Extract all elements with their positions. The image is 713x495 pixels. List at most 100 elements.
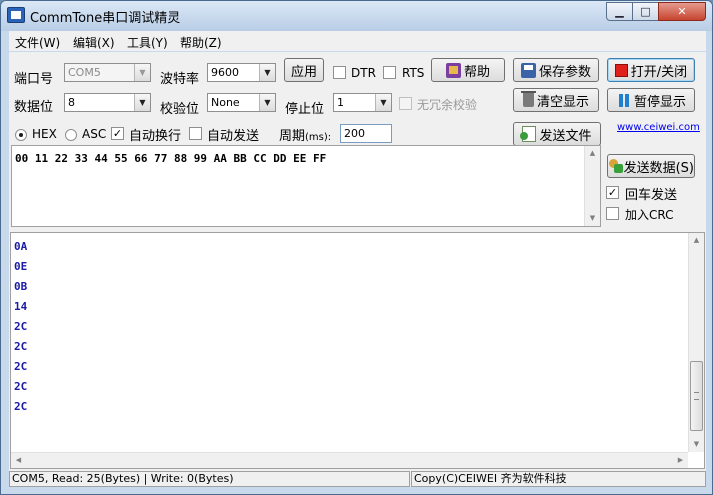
auto-send-checkbox[interactable]	[189, 127, 202, 140]
add-crc-label: 加入CRC	[625, 208, 674, 222]
receive-hscrollbar[interactable]: ◀ ▶	[11, 452, 688, 468]
asc-label: ASC	[82, 127, 107, 141]
received-line: 0E	[14, 260, 28, 273]
port-label: 端口号	[14, 72, 54, 87]
status-bar: COM5, Read: 25(Bytes) | Write: 0(Bytes) …	[9, 471, 706, 487]
save-params-button[interactable]: 保存参数	[513, 58, 599, 82]
scroll-right-icon[interactable]: ▶	[673, 453, 688, 468]
baud-select[interactable]: 9600 ▼	[207, 63, 276, 82]
databits-label: 数据位	[14, 100, 54, 115]
status-copyright: Copy(C)CEIWEI 齐为软件科技	[411, 471, 706, 487]
trash-icon	[520, 91, 536, 107]
databits-value: 8	[68, 96, 75, 109]
app-icon	[7, 7, 25, 23]
period-label: 周期(ms):	[279, 125, 331, 144]
website-link[interactable]: www.ceiwei.com	[617, 122, 700, 133]
title-bar[interactable]: CommTone串口调试精灵 ▁ □ ✕	[1, 1, 712, 31]
auto-newline-checkbox[interactable]: ✓	[111, 127, 124, 140]
book-icon	[445, 62, 461, 78]
chevron-down-icon: ▼	[259, 94, 275, 111]
parity-value: None	[211, 96, 240, 109]
auto-newline-label: 自动换行	[129, 129, 182, 144]
clear-display-button[interactable]: 清空显示	[513, 88, 599, 112]
parity-label: 校验位	[160, 102, 200, 117]
received-line: 0A	[14, 240, 28, 253]
baud-value: 9600	[211, 66, 239, 79]
hex-radio[interactable]	[15, 129, 27, 141]
menu-bar: 文件(W) 编辑(X) 工具(Y) 帮助(Z)	[9, 31, 706, 51]
clear-display-label: 清空显示	[536, 94, 589, 110]
receive-vscrollbar[interactable]: ▲ ▼	[688, 233, 704, 452]
minimize-button[interactable]: ▁	[606, 2, 633, 21]
add-crc-checkbox[interactable]	[606, 207, 619, 220]
scroll-thumb[interactable]	[690, 361, 703, 431]
send-data-label: 发送数据(S)	[623, 160, 694, 176]
baud-label: 波特率	[160, 72, 200, 87]
scroll-down-icon[interactable]: ▼	[585, 211, 600, 226]
cr-send-checkbox[interactable]: ✓	[606, 186, 619, 199]
port-value: COM5	[68, 66, 101, 79]
menu-edit[interactable]: 编辑(X)	[73, 34, 115, 51]
dtr-checkbox[interactable]	[333, 66, 346, 79]
send-text: 00 11 22 33 44 55 66 77 88 99 AA BB CC D…	[15, 152, 327, 165]
send-data-button[interactable]: 发送数据(S)	[607, 154, 695, 178]
menu-file[interactable]: 文件(W)	[15, 34, 60, 51]
period-text: 周期	[279, 129, 306, 144]
main-panel: 端口号 COM5 ▼ 波特率 9600 ▼ 应用 DTR RTS 帮助 保存参数…	[9, 52, 706, 487]
file-icon	[520, 126, 537, 142]
receive-lines: 0A 0E 0B 14 2C 2C 2C 2C 2C	[14, 237, 27, 417]
window-title: CommTone串口调试精灵	[30, 11, 181, 26]
received-line: 0B	[14, 280, 28, 293]
stopbits-label: 停止位	[285, 102, 325, 117]
asc-radio[interactable]	[65, 129, 77, 141]
cr-send-label: 回车发送	[625, 188, 678, 203]
hex-label: HEX	[32, 127, 57, 141]
auto-send-label: 自动发送	[207, 129, 260, 144]
app-window: CommTone串口调试精灵 ▁ □ ✕ 文件(W) 编辑(X) 工具(Y) 帮…	[0, 0, 713, 495]
chevron-down-icon: ▼	[134, 64, 150, 81]
received-line: 2C	[14, 320, 28, 333]
maximize-icon: □	[640, 5, 651, 18]
databits-select[interactable]: 8 ▼	[64, 93, 151, 112]
pause-display-label: 暂停显示	[633, 94, 686, 110]
open-close-label: 打开/关闭	[630, 64, 688, 80]
period-unit: (ms):	[305, 132, 332, 143]
scroll-up-icon[interactable]: ▲	[585, 146, 600, 161]
received-line: 2C	[14, 400, 28, 413]
scroll-left-icon[interactable]: ◀	[11, 453, 26, 468]
stopbits-value: 1	[337, 96, 344, 109]
dtr-label: DTR	[351, 66, 376, 80]
help-label: 帮助	[463, 64, 490, 80]
open-close-button[interactable]: 打开/关闭	[607, 58, 695, 82]
pause-display-button[interactable]: 暂停显示	[607, 88, 695, 112]
received-line: 2C	[14, 360, 28, 373]
send-textarea[interactable]: 00 11 22 33 44 55 66 77 88 99 AA BB CC D…	[11, 145, 601, 227]
apply-button[interactable]: 应用	[284, 58, 324, 82]
rts-label: RTS	[402, 66, 425, 80]
no-redundant-label: 无冗余校验	[417, 98, 478, 112]
chevron-down-icon: ▼	[134, 94, 150, 111]
rts-checkbox[interactable]	[383, 66, 396, 79]
send-scrollbar[interactable]: ▲ ▼	[584, 146, 600, 226]
maximize-button[interactable]: □	[632, 2, 659, 21]
close-button[interactable]: ✕	[658, 2, 706, 21]
period-input[interactable]: 200	[340, 124, 392, 143]
scroll-down-icon[interactable]: ▼	[689, 437, 704, 452]
save-params-label: 保存参数	[538, 64, 591, 80]
chevron-down-icon: ▼	[375, 94, 391, 111]
no-redundant-checkbox[interactable]	[399, 97, 412, 110]
help-button[interactable]: 帮助	[431, 58, 505, 82]
stopbits-select[interactable]: 1 ▼	[333, 93, 392, 112]
received-line: 2C	[14, 380, 28, 393]
send-file-label: 发送文件	[539, 128, 592, 144]
send-file-button[interactable]: 发送文件	[513, 122, 601, 146]
receive-display[interactable]: 0A 0E 0B 14 2C 2C 2C 2C 2C ▲ ▼ ◀ ▶	[10, 232, 705, 469]
save-icon	[520, 62, 536, 78]
menu-tools[interactable]: 工具(Y)	[127, 34, 168, 51]
scroll-up-icon[interactable]: ▲	[689, 233, 704, 248]
minimize-icon: ▁	[615, 5, 624, 18]
menu-help[interactable]: 帮助(Z)	[180, 34, 222, 51]
port-select[interactable]: COM5 ▼	[64, 63, 151, 82]
parity-select[interactable]: None ▼	[207, 93, 276, 112]
pause-icon	[616, 93, 631, 108]
